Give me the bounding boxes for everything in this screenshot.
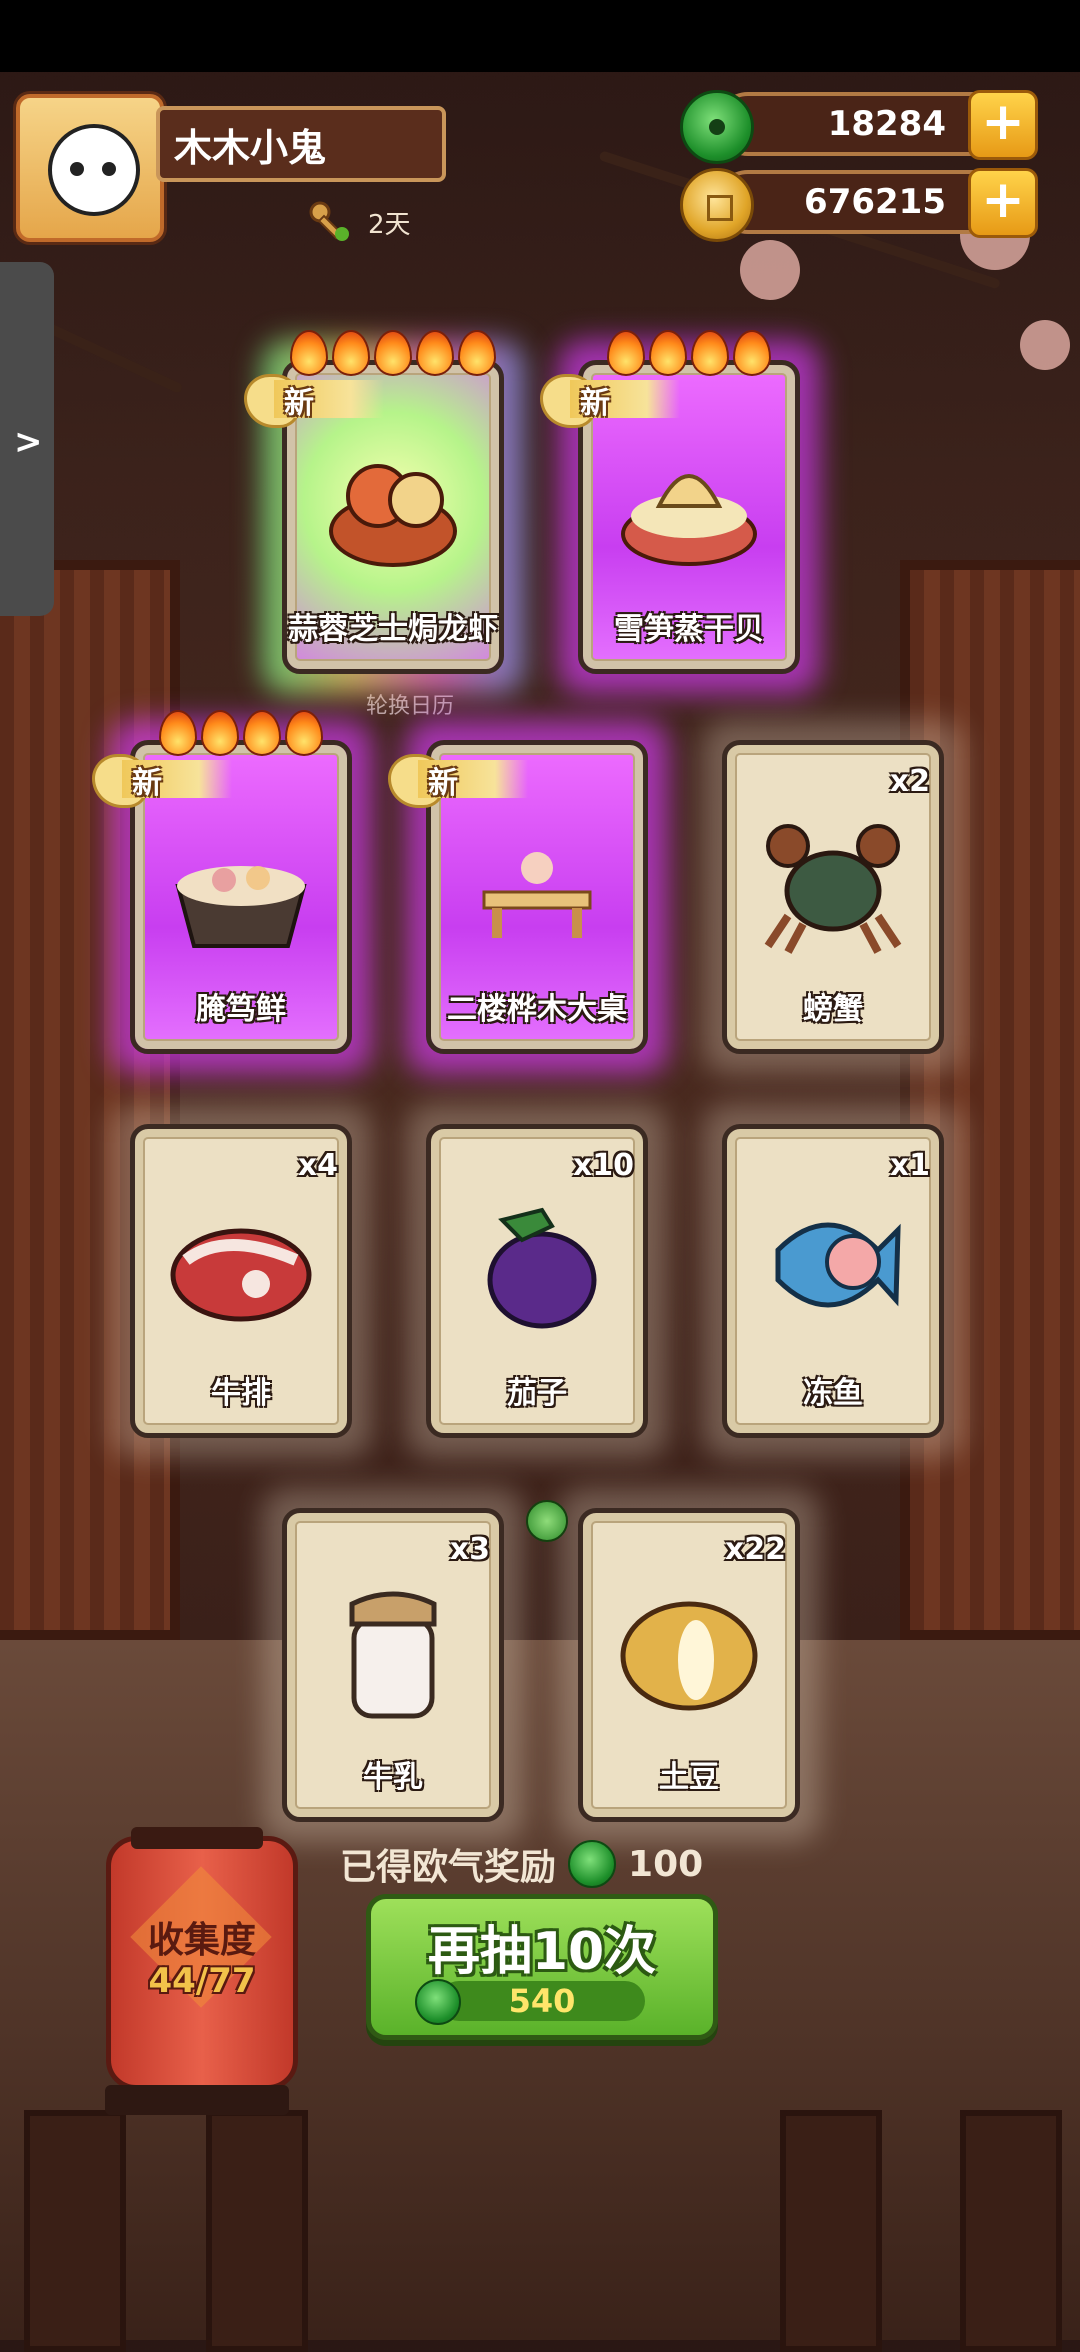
- rarity-flames: [578, 330, 800, 376]
- flame-icon: [290, 330, 328, 376]
- card-name: 茄子: [507, 1376, 567, 1411]
- blossom: [1020, 320, 1070, 370]
- chevron-right-icon: >: [14, 422, 43, 462]
- jade-icon: [680, 90, 754, 164]
- railing-post: [24, 2110, 126, 2352]
- card-name: 蒜蓉芝士焗龙虾: [288, 612, 498, 647]
- eggplant-icon: [487, 1207, 597, 1329]
- card-count: x3: [449, 1532, 490, 1567]
- new-badge: 新: [244, 374, 394, 428]
- card-count: x22: [724, 1532, 786, 1567]
- card-name: 二楼桦木大桌: [447, 992, 627, 1027]
- card-count: x10: [572, 1148, 634, 1183]
- coin-currency: 676215 +: [680, 168, 1038, 242]
- frozen-fish-icon: [775, 1222, 901, 1308]
- flame-icon: [285, 710, 323, 756]
- new-badge-label: 新: [428, 766, 458, 801]
- reward-card[interactable]: 土豆 x22: [558, 1488, 820, 1842]
- status-bar: [0, 0, 1080, 72]
- jade-icon: [568, 1840, 617, 1888]
- reward-card[interactable]: 茄子 x10: [406, 1104, 668, 1458]
- soup-pot-icon: [175, 866, 307, 948]
- reward-card[interactable]: 二楼桦木大桌 新: [388, 720, 668, 1074]
- flame-icon: [607, 330, 645, 376]
- flame-icon: [243, 710, 281, 756]
- railing-post: [780, 2110, 882, 2352]
- scallop-dish-icon: [621, 474, 757, 566]
- card-name: 土豆: [659, 1760, 719, 1795]
- lobster-dish-icon: [329, 464, 457, 567]
- collection-lantern[interactable]: 收集度 44/77: [105, 1827, 298, 2115]
- jade-icon: [415, 1979, 461, 2025]
- collection-label: 收集度: [147, 1920, 256, 1961]
- reward-card[interactable]: 冻鱼 x1: [702, 1104, 964, 1458]
- railing-post: [206, 2110, 308, 2352]
- card-count: x4: [297, 1148, 338, 1183]
- collection-progress: 44/77: [148, 1961, 256, 2001]
- draw-ten-again-button[interactable]: 再抽10次 540: [366, 1894, 718, 2040]
- flame-icon: [691, 330, 729, 376]
- new-badge: 新: [92, 754, 242, 808]
- flame-icon: [201, 710, 239, 756]
- side-drawer-tab[interactable]: >: [0, 262, 54, 616]
- reward-card[interactable]: 腌笃鲜 新: [92, 710, 372, 1074]
- card-name: 牛排: [211, 1376, 271, 1411]
- card-name: 雪笋蒸干贝: [614, 612, 764, 647]
- new-badge: 新: [388, 754, 538, 808]
- reward-card[interactable]: 蒜蓉芝士焗龙虾 新: [244, 330, 524, 694]
- potato-icon: [620, 1601, 758, 1711]
- card-name: 冻鱼: [803, 1376, 863, 1411]
- flame-icon: [733, 330, 771, 376]
- player-avatar[interactable]: [16, 94, 164, 242]
- add-coin-button[interactable]: +: [968, 168, 1038, 238]
- new-badge-label: 新: [284, 386, 314, 421]
- player-name: 木木小鬼: [156, 106, 446, 182]
- reward-line: 已得欧气奖励 100: [340, 1838, 703, 1890]
- coin-amount: 676215: [804, 182, 946, 222]
- reward-card[interactable]: 牛乳 x3: [262, 1488, 524, 1842]
- key-icon: [309, 201, 349, 241]
- new-badge-label: 新: [580, 386, 610, 421]
- jade-currency: 18284 +: [680, 90, 1038, 164]
- reward-card[interactable]: 螃蟹 x2: [702, 720, 964, 1074]
- flame-icon: [649, 330, 687, 376]
- draw-cost-value: 540: [508, 1982, 576, 2020]
- add-jade-button[interactable]: +: [968, 90, 1038, 160]
- reward-label: 已得欧气奖励: [340, 1847, 557, 1888]
- flame-icon: [374, 330, 412, 376]
- login-days: 2天: [308, 200, 411, 244]
- reward-amount: 100: [628, 1843, 704, 1885]
- card-name: 牛乳: [363, 1760, 423, 1795]
- reward-card[interactable]: 牛排 x4: [110, 1104, 372, 1458]
- draw-ten-label: 再抽10次: [427, 1922, 657, 1982]
- card-count: x1: [889, 1148, 930, 1183]
- rarity-flames: [130, 710, 352, 756]
- crab-icon: [764, 824, 902, 954]
- jade-amount: 18284: [827, 104, 946, 144]
- flame-icon: [458, 330, 496, 376]
- railing-post: [960, 2110, 1062, 2352]
- avatar-face: [48, 124, 140, 216]
- jade-bead: [526, 1500, 568, 1542]
- new-badge-label: 新: [132, 766, 162, 801]
- new-badge: 新: [540, 374, 690, 428]
- flame-icon: [416, 330, 454, 376]
- rarity-flames: [282, 330, 504, 376]
- coin-icon: [680, 168, 754, 242]
- flame-icon: [332, 330, 370, 376]
- card-name: 腌笃鲜: [196, 992, 286, 1027]
- days-value: 2天: [368, 209, 411, 240]
- card-name: 螃蟹: [803, 992, 863, 1027]
- milk-jar-icon: [349, 1591, 437, 1719]
- flame-icon: [159, 710, 197, 756]
- draw-cost: 540: [415, 1979, 645, 2025]
- steak-icon: [170, 1228, 312, 1322]
- reward-card[interactable]: 雪笋蒸干贝 新: [540, 330, 820, 694]
- card-count: x2: [889, 764, 930, 799]
- table-icon: [482, 852, 592, 938]
- blossom: [740, 240, 800, 300]
